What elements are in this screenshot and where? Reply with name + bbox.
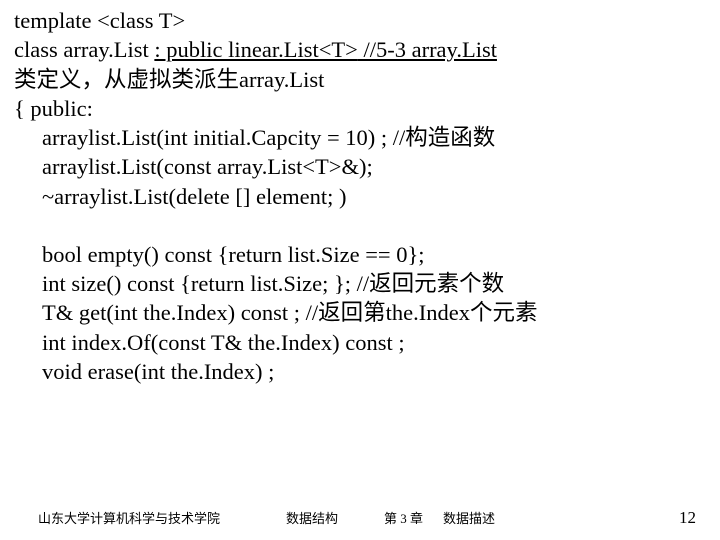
code-line: ~arraylist.List(delete [] element; ) [14, 182, 706, 211]
code-line: void erase(int the.Index) ; [14, 357, 706, 386]
class-decl: class array.List [14, 37, 154, 62]
comment: //5-3 array.List [358, 37, 497, 62]
code-line: class array.List : public linear.List<T>… [14, 35, 706, 64]
code-line: arraylist.List(const array.List<T>&); [14, 152, 706, 181]
code-line: arraylist.List(int initial.Capcity = 10)… [14, 123, 706, 152]
footer-chapter: 第 3 章 [384, 508, 423, 527]
code-line: T& get(int the.Index) const ; //返回第the.I… [14, 298, 706, 327]
footer-subject: 数据描述 [443, 508, 495, 527]
slide-body: template <class T> class array.List : pu… [0, 0, 720, 386]
slide-footer: 山东大学计算机科学与技术学院 数据结构 第 3 章 数据描述 12 [0, 508, 720, 528]
code-line: int size() const {return list.Size; }; /… [14, 269, 706, 298]
blank-line [14, 211, 706, 240]
code-line: 类定义，从虚拟类派生array.List [14, 65, 706, 94]
code-line: bool empty() const {return list.Size == … [14, 240, 706, 269]
linear-list-link[interactable]: : public linear.List<T> [154, 37, 357, 62]
footer-course: 数据结构 [286, 508, 338, 527]
code-line: template <class T> [14, 6, 706, 35]
footer-org: 山东大学计算机科学与技术学院 [38, 508, 220, 527]
code-line: int index.Of(const T& the.Index) const ; [14, 328, 706, 357]
page-number: 12 [679, 508, 696, 528]
code-line: { public: [14, 94, 706, 123]
